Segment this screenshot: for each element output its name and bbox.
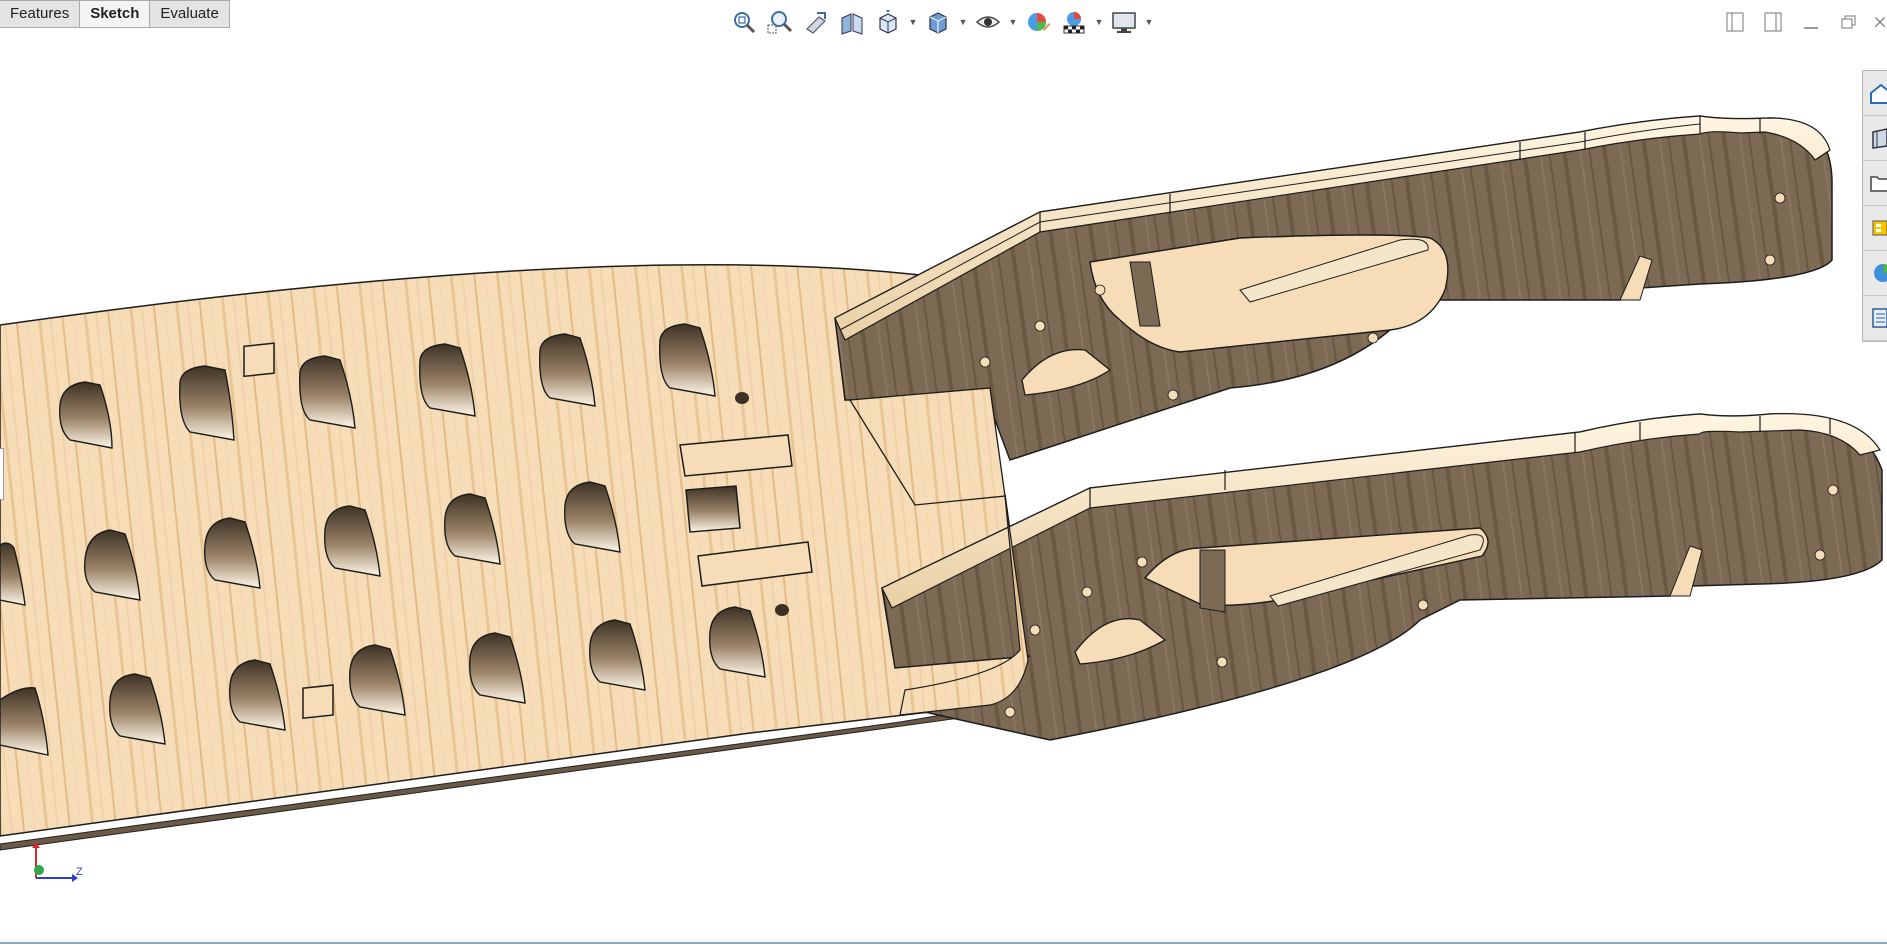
graphics-area[interactable] <box>0 0 1887 947</box>
design-library-icon[interactable] <box>1863 116 1887 161</box>
view-settings-dropdown-icon[interactable]: ▼ <box>1144 6 1154 38</box>
lower-arm <box>881 413 1883 741</box>
triad-axes-icon <box>32 842 78 882</box>
display-style-icon[interactable] <box>922 6 954 38</box>
display-style-dropdown-icon[interactable]: ▼ <box>958 6 968 38</box>
command-manager-tabs: Features Sketch Evaluate <box>0 0 230 28</box>
triad-z-label: Z <box>76 866 83 878</box>
previous-view-icon[interactable] <box>800 6 832 38</box>
view-orientation-dropdown-icon[interactable]: ▼ <box>908 6 918 38</box>
custom-properties-icon[interactable] <box>1863 296 1887 341</box>
hide-show-items-icon[interactable] <box>972 6 1004 38</box>
zoom-to-fit-icon[interactable] <box>728 6 760 38</box>
tile-left-icon[interactable] <box>1721 8 1749 36</box>
close-icon[interactable] <box>1873 8 1887 36</box>
zoom-to-area-icon[interactable] <box>764 6 796 38</box>
hide-show-dropdown-icon[interactable]: ▼ <box>1008 6 1018 38</box>
edit-appearance-icon[interactable] <box>1022 6 1054 38</box>
feature-manager-collapse-handle[interactable] <box>0 448 4 500</box>
section-view-icon[interactable] <box>836 6 868 38</box>
window-controls <box>1721 8 1887 36</box>
task-pane-tabs <box>1862 70 1887 342</box>
coordinate-triad: Z <box>26 840 96 888</box>
view-palette-icon[interactable] <box>1863 206 1887 251</box>
tile-right-icon[interactable] <box>1759 8 1787 36</box>
tab-evaluate[interactable]: Evaluate <box>150 0 230 28</box>
restore-icon[interactable] <box>1835 8 1863 36</box>
minimize-icon[interactable] <box>1797 8 1825 36</box>
view-orientation-icon[interactable] <box>872 6 904 38</box>
apply-scene-dropdown-icon[interactable]: ▼ <box>1094 6 1104 38</box>
heads-up-view-toolbar: ▼ ▼ ▼ ▼ ▼ <box>728 4 1154 40</box>
home-icon[interactable] <box>1863 71 1887 116</box>
view-settings-icon[interactable] <box>1108 6 1140 38</box>
tab-features[interactable]: Features <box>0 0 81 28</box>
file-explorer-icon[interactable] <box>1863 161 1887 206</box>
apply-scene-icon[interactable] <box>1058 6 1090 38</box>
tab-sketch[interactable]: Sketch <box>80 0 151 28</box>
appearances-icon[interactable] <box>1863 251 1887 296</box>
